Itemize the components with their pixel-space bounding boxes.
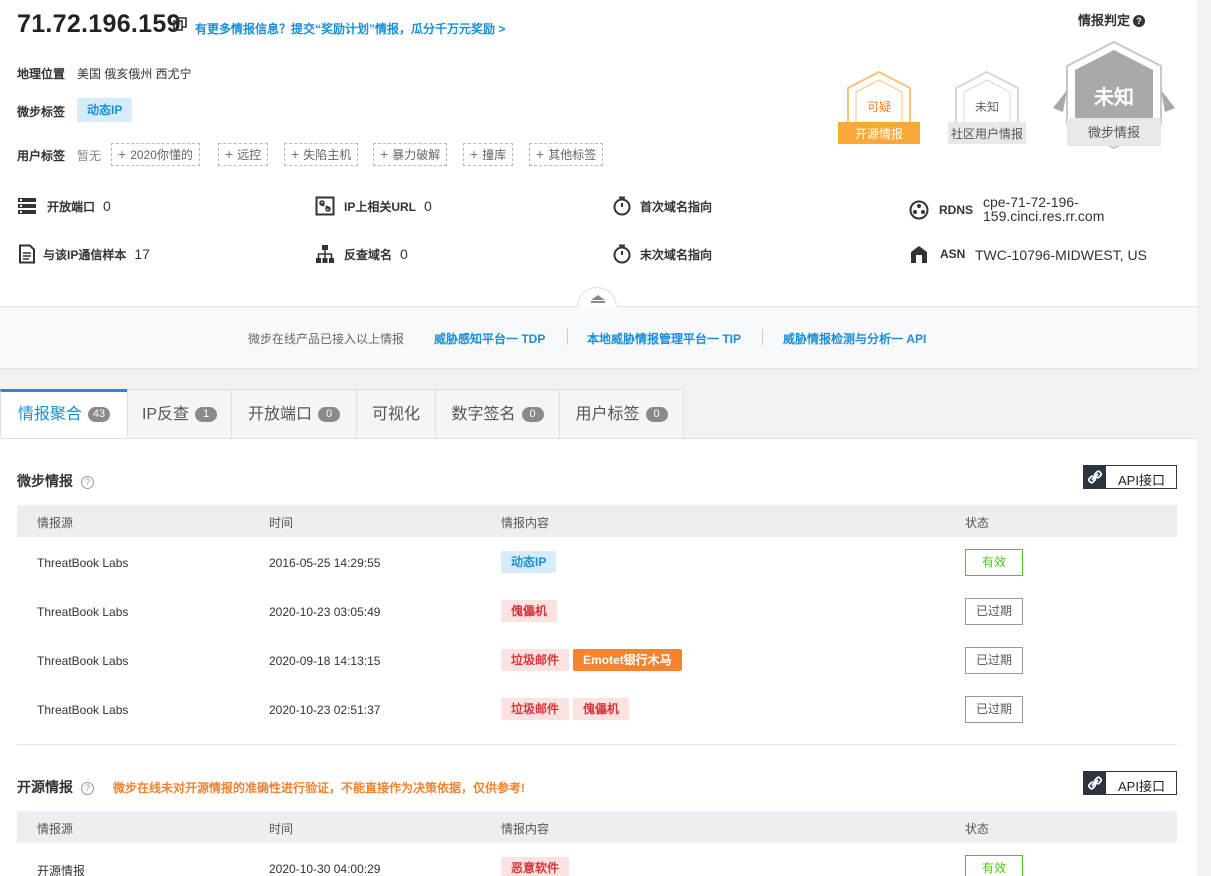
stopwatch-icon [613,196,631,216]
integration-intro: 微步在线产品已接入以上情报 [248,332,405,346]
asn-label: ASN [940,247,966,261]
tab-intel-aggregation[interactable]: 情报聚合 43 [0,389,128,438]
intel-tag[interactable]: Emotet银行木马 [573,649,682,671]
tb-tag-label: 微步标签 [17,105,66,119]
help-icon[interactable]: ? [81,782,94,795]
status-badge: 有效 [965,549,1023,576]
status-badge: 有效 [965,855,1023,876]
user-tag-chip[interactable]: + 失陷主机 [284,143,359,166]
asn-value: TWC-10796-MIDWEST, US [975,247,1147,263]
tab-digital-signature[interactable]: 数字签名 0 [435,389,560,438]
help-icon[interactable]: ? [1133,15,1146,27]
link-icon [1084,772,1106,794]
related-urls-stat[interactable]: IP上相关URL 0 [344,198,432,215]
document-icon [19,244,35,264]
open-source-result: 可疑 [867,99,891,114]
verdict-title: 情报判定? [1078,10,1146,29]
server-icon [18,198,36,214]
divider [567,329,568,345]
page: 71.72.196.159 有更多情报信息？提交“奖励计划”情报，瓜分千万元奖励… [0,0,1211,876]
community-result: 未知 [975,100,999,114]
api-button[interactable]: API接口 [1083,771,1177,795]
threatbook-intel-title: 微步情报? [17,471,94,491]
samples-stat[interactable]: 与该IP通信样本 17 [43,246,150,263]
product-integration-strip: 微步在线产品已接入以上情报 威胁感知平台一 TDP 本地威胁情报管理平台一 TI… [0,307,1197,369]
table-row: ThreatBook Labs 2020-09-18 14:13:15 垃圾邮件… [17,636,1177,685]
intel-tag[interactable]: 垃圾邮件 [501,649,570,671]
link-page-icon [315,196,335,216]
section-divider [17,744,1177,745]
copy-icon[interactable] [173,17,187,31]
geo-label: 地理位置 [17,67,66,81]
collapse-up-icon [591,295,605,303]
tab-ip-reverse[interactable]: IP反查 1 [127,389,232,438]
user-tag-none: 暂无 [77,149,102,163]
status-badge: 已过期 [965,647,1023,674]
user-tag-chip[interactable]: + 暴力破解 [373,143,448,166]
rdns-label: RDNS [939,203,974,217]
last-domain-stat: 末次域名指向 [640,248,713,262]
first-domain-stat: 首次域名指向 [640,200,713,214]
ip-summary-panel: 71.72.196.159 有更多情报信息？提交“奖励计划”情报，瓜分千万元奖励… [0,0,1197,307]
table-row: ThreatBook Labs 2020-10-23 03:05:49 傀儡机 … [17,587,1177,636]
plus-icon: + [470,146,479,162]
tip-link[interactable]: 本地威胁情报管理平台一 TIP [587,330,741,347]
open-source-warning: 微步在线未对开源情报的准确性进行验证，不能直接作为决策依据，仅供参考! [113,781,525,795]
tab-bar: 情报聚合 43 IP反查 1 开放端口 0 可视化 数字签名 0 用户标签 0 [0,389,1197,438]
dynamic-ip-tag[interactable]: 动态IP [77,98,133,122]
table-row: 开源情报 2020-10-30 04:00:29 恶意软件 有效 [17,844,1177,876]
geo-value: 美国 俄亥俄州 西尤宁 [77,67,192,81]
table-header: 情报源 时间 情报内容 状态 [17,811,1177,843]
tdp-link[interactable]: 威胁感知平台一 TDP [434,330,545,347]
open-ports-stat[interactable]: 开放端口 0 [47,198,111,215]
rdns-icon [909,200,929,220]
status-badge: 已过期 [965,598,1023,625]
table-header: 情报源 时间 情报内容 状态 [17,505,1177,537]
user-tag-label: 用户标签 [17,149,66,163]
collapse-toggle[interactable] [577,287,617,307]
ip-address: 71.72.196.159 [17,10,181,38]
help-icon[interactable]: ? [81,476,94,489]
plus-icon: + [118,146,127,162]
table-row: ThreatBook Labs 2020-10-23 02:51:37 垃圾邮件… [17,685,1177,734]
open-source-verdict-badge[interactable]: 可疑 开源情报 [836,70,922,150]
hierarchy-icon [316,245,334,263]
threatbook-label: 微步情报 [1088,125,1140,140]
intel-tag[interactable]: 垃圾邮件 [501,698,570,720]
intel-tag[interactable]: 动态IP [501,551,557,573]
intel-tag[interactable]: 傀儡机 [501,600,558,622]
reverse-domain-stat[interactable]: 反查域名 0 [344,246,408,263]
intel-tag[interactable]: 恶意软件 [501,857,570,876]
open-source-intel-title: 开源情报? [17,777,94,797]
user-tag-chip[interactable]: +2020你懂的 [111,143,200,166]
table-row: ThreatBook Labs 2016-05-25 14:29:55 动态IP… [17,538,1177,587]
intel-tag[interactable]: 傀儡机 [573,698,630,720]
rdns-value: cpe-71-72-196-159.cinci.res.rr.com [983,194,1105,224]
status-badge: 已过期 [965,696,1023,723]
stopwatch-icon [613,244,631,264]
plus-icon: + [536,146,545,162]
threatbook-verdict-badge[interactable]: 未知 微步情报 [1049,40,1179,152]
plus-icon: + [380,146,389,162]
page-scrollbar[interactable] [1197,0,1211,876]
link-icon [1084,466,1106,488]
plus-icon: + [291,146,300,162]
reward-promo-link[interactable]: 有更多情报信息？提交“奖励计划”情报，瓜分千万元奖励 > [195,20,505,37]
community-label: 社区用户情报 [951,126,1023,141]
open-source-label: 开源情报 [855,126,903,141]
user-tag-chip[interactable]: + 其他标签 [529,143,604,166]
building-icon [911,246,927,263]
tab-visualization[interactable]: 可视化 [356,389,436,438]
divider [762,329,763,345]
tab-open-ports[interactable]: 开放端口 0 [231,389,357,438]
tab-user-tags[interactable]: 用户标签 0 [559,389,684,438]
threatbook-result: 未知 [1094,85,1134,109]
community-verdict-badge[interactable]: 未知 社区用户情报 [944,70,1030,150]
user-tag-chip[interactable]: + 远控 [218,143,269,166]
api-button[interactable]: API接口 [1083,465,1177,489]
plus-icon: + [225,146,234,162]
api-link[interactable]: 威胁情报检测与分析一 API [783,330,926,347]
user-tag-chip[interactable]: + 撞库 [463,143,514,166]
